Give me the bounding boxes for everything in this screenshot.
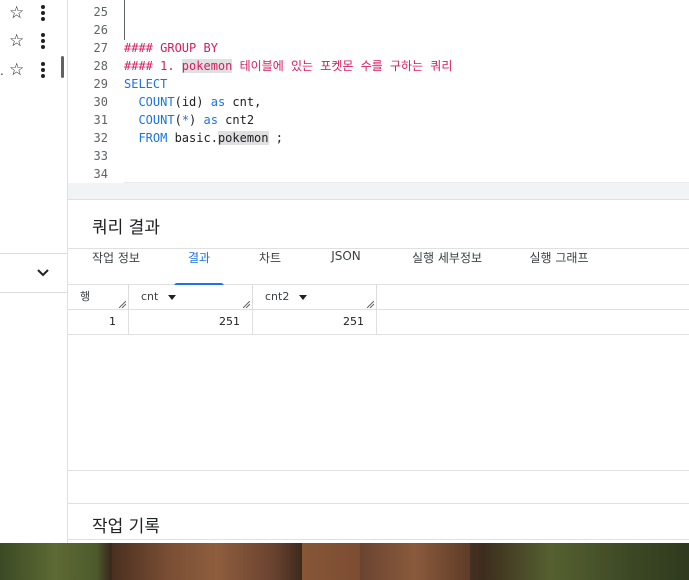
code-token: ( — [174, 113, 182, 127]
tab-job-info[interactable]: 작업 정보 — [80, 249, 152, 285]
job-history-panel[interactable]: 작업 기록 — [68, 503, 689, 543]
line-number: 31 — [93, 113, 108, 127]
sidebar-scrollbar[interactable] — [61, 56, 64, 78]
explorer-row[interactable]: ☆ — [0, 28, 68, 56]
code-token: as — [210, 95, 226, 109]
line-number: 30 — [93, 95, 108, 109]
code-token: ( — [174, 95, 182, 109]
resize-handle-icon[interactable] — [119, 301, 126, 308]
chevron-down-icon[interactable] — [35, 266, 51, 280]
code-token: id — [181, 95, 197, 109]
code-line[interactable]: 32 FROM basic.pokemon ; — [68, 129, 689, 147]
more-options-icon[interactable] — [36, 31, 50, 51]
results-tabs: 작업 정보 결과 차트 JSON 실행 세부정보 실행 그래프 — [68, 248, 689, 286]
code-token: COUNT — [138, 113, 175, 127]
tab-json[interactable]: JSON — [318, 249, 374, 285]
column-label: 행 — [80, 290, 91, 303]
code-token: SELECT — [124, 77, 168, 91]
code-token: ; — [268, 131, 283, 145]
explorer-row[interactable]: . ☆ — [0, 57, 68, 85]
code-token: basic. — [167, 131, 218, 145]
bigquery-console: ☆ ☆ . ☆ 25 26 27 #### GROUP BY 28 #### 1. pok… — [0, 0, 689, 580]
star-icon[interactable]: ☆ — [9, 60, 24, 80]
code-text: FROM basic.pokemon ; — [124, 129, 283, 147]
table-header: 행 cnt cnt2 — [68, 285, 689, 310]
tab-execution-graph[interactable]: 실행 그래프 — [518, 249, 600, 285]
code-line[interactable]: 31 COUNT(*) as cnt2 — [68, 111, 689, 129]
code-token: * — [181, 113, 190, 127]
line-number: 32 — [93, 131, 108, 145]
column-label: cnt2 — [265, 290, 290, 303]
sort-caret-icon[interactable] — [168, 295, 176, 300]
code-token: COUNT — [138, 95, 175, 109]
star-icon[interactable]: ☆ — [9, 31, 24, 51]
resize-handle-icon[interactable] — [367, 301, 374, 308]
column-header-row[interactable]: 행 — [68, 285, 129, 310]
code-text: COUNT(id) as cnt, — [124, 93, 261, 111]
code-token: as — [203, 113, 218, 127]
column-label: cnt — [141, 290, 159, 303]
column-header-cnt2[interactable]: cnt2 — [253, 285, 377, 310]
tab-chart[interactable]: 차트 — [246, 249, 294, 285]
cell-cnt[interactable]: 251 — [129, 310, 253, 334]
code-line[interactable]: 27 #### GROUP BY — [68, 39, 689, 57]
line-number: 29 — [93, 77, 108, 91]
code-line[interactable]: 25 — [68, 3, 689, 21]
sort-caret-icon[interactable] — [299, 295, 307, 300]
code-token: cnt, — [225, 95, 262, 109]
code-line[interactable]: 30 COUNT(id) as cnt, — [68, 93, 689, 111]
table-row[interactable]: 1 251 251 — [68, 310, 689, 335]
editor-results-splitter[interactable] — [68, 183, 689, 199]
line-number: 34 — [93, 167, 108, 181]
code-text: #### GROUP BY — [124, 39, 218, 57]
code-line[interactable]: 28 #### 1. pokemon 테이블에 있는 포켓몬 수를 구하는 쿼리 — [68, 57, 689, 75]
row-prefix: . — [0, 64, 4, 78]
line-number: 28 — [93, 59, 108, 73]
job-history-title: 작업 기록 — [92, 517, 160, 537]
code-token: 테이블에 있는 포켓몬 수를 구하는 쿼리 — [232, 59, 453, 73]
column-header-cnt[interactable]: cnt — [129, 285, 253, 310]
code-text: SELECT — [124, 75, 167, 93]
line-number: 33 — [93, 149, 108, 163]
line-number: 26 — [93, 23, 108, 37]
explorer-row[interactable]: ☆ — [0, 0, 68, 28]
line-number: 27 — [93, 41, 108, 55]
code-token: pokemon — [181, 59, 233, 73]
code-token: #### GROUP BY — [124, 41, 218, 55]
code-token: ) — [196, 95, 211, 109]
cursor-line — [124, 0, 125, 40]
code-line[interactable]: 29 SELECT — [68, 75, 689, 93]
code-line[interactable]: 33 — [68, 147, 689, 165]
star-icon[interactable]: ☆ — [9, 3, 24, 23]
explorer-sidebar: ☆ ☆ . ☆ — [0, 0, 68, 543]
cell-row-number: 1 — [68, 310, 129, 334]
code-token: #### 1. — [124, 59, 182, 73]
tab-results[interactable]: 결과 — [174, 249, 224, 286]
code-text: COUNT(*) as cnt2 — [124, 111, 254, 129]
divider — [0, 292, 68, 293]
cell-cnt2[interactable]: 251 — [253, 310, 377, 334]
results-footer — [68, 470, 689, 504]
line-number: 25 — [93, 5, 108, 19]
divider — [0, 253, 68, 254]
code-line[interactable]: 34 — [68, 165, 689, 183]
more-options-icon[interactable] — [36, 60, 50, 80]
code-line[interactable]: 26 — [68, 21, 689, 39]
code-text: #### 1. pokemon 테이블에 있는 포켓몬 수를 구하는 쿼리 — [124, 57, 452, 75]
divider — [68, 539, 689, 540]
query-results-panel: 쿼리 결과 작업 정보 결과 차트 JSON 실행 세부정보 실행 그래프 행 … — [68, 199, 689, 471]
code-token: cnt2 — [217, 113, 255, 127]
code-token: pokemon — [217, 131, 269, 145]
results-title: 쿼리 결과 — [92, 218, 160, 238]
code-token: ) — [189, 113, 204, 127]
resize-handle-icon[interactable] — [243, 301, 250, 308]
desktop-background-image — [0, 543, 689, 580]
tab-execution-details[interactable]: 실행 세부정보 — [398, 249, 496, 285]
code-token: FROM — [138, 131, 168, 145]
more-options-icon[interactable] — [36, 3, 50, 23]
sql-editor[interactable]: 25 26 27 #### GROUP BY 28 #### 1. pokemon 테이블… — [68, 0, 689, 183]
